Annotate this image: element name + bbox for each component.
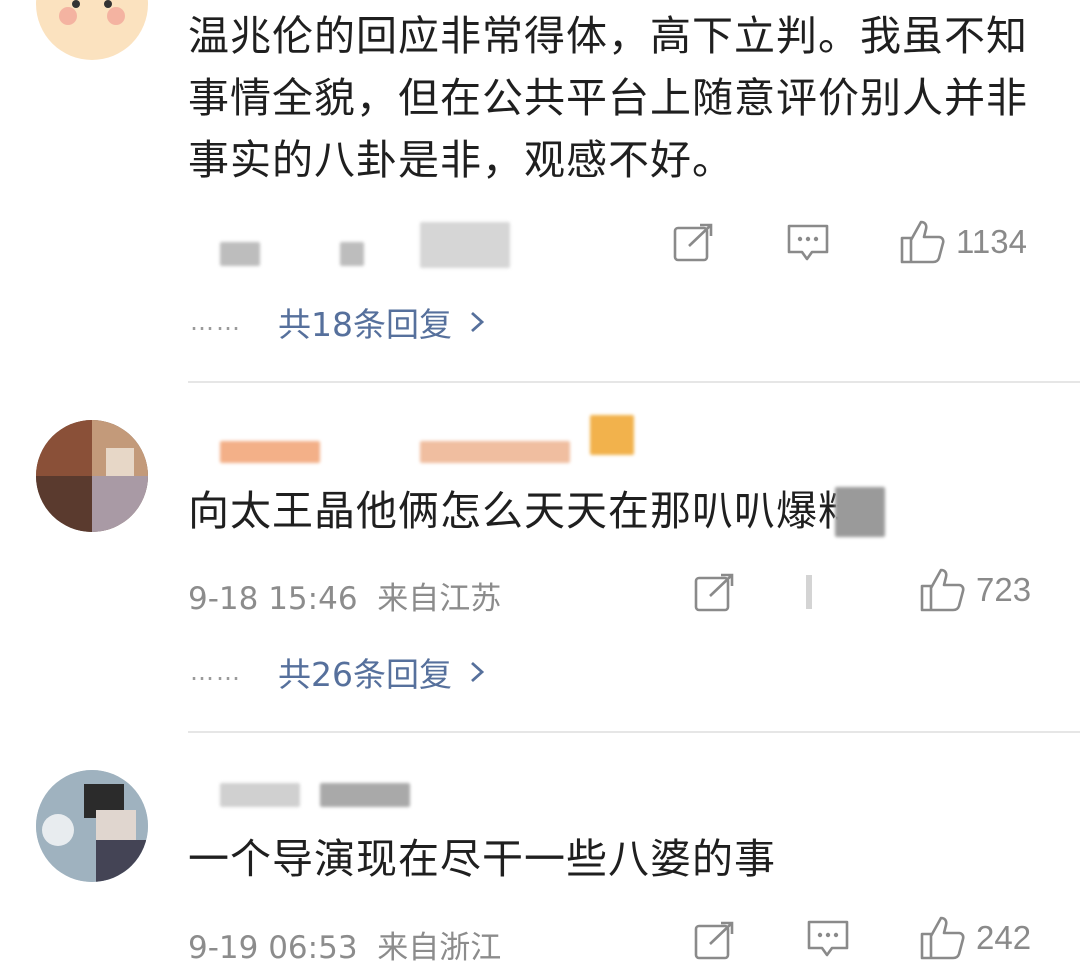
like-button[interactable]: 723 — [918, 566, 1031, 614]
divider — [188, 731, 1080, 733]
comment-button-redacted — [806, 575, 812, 609]
avatar[interactable] — [36, 0, 148, 60]
redaction-block — [835, 487, 885, 537]
replies-dots: …… — [190, 308, 242, 336]
avatar-image — [59, 0, 125, 25]
like-icon — [900, 220, 945, 264]
divider — [188, 381, 1080, 383]
comment-icon — [807, 920, 849, 957]
comment-button[interactable] — [806, 918, 850, 960]
replies-link[interactable]: …… 共18条回复 — [190, 298, 488, 346]
like-button[interactable]: 1134 — [898, 218, 1027, 266]
replies-dots: …… — [190, 658, 242, 686]
comment-text: 一个导演现在尽干一些八婆的事 — [188, 835, 776, 883]
share-button[interactable] — [673, 222, 715, 262]
like-count: 723 — [976, 571, 1032, 608]
chevron-right-icon — [471, 661, 485, 683]
avatar-image — [36, 420, 148, 532]
share-icon — [673, 223, 713, 262]
comment-text: 温兆伦的回应非常得体，高下立判。我虽不知事情全貌，但在公共平台上随意评价别人并非… — [188, 12, 1028, 184]
username-redacted — [190, 765, 430, 813]
comment-meta-redacted — [190, 222, 520, 272]
comment-meta: 9-19 06:53 来自浙江 — [188, 930, 502, 966]
like-button[interactable]: 242 — [918, 914, 1031, 962]
avatar[interactable] — [36, 770, 148, 882]
share-button[interactable] — [694, 572, 736, 612]
username-redacted — [190, 415, 650, 467]
share-button[interactable] — [694, 920, 736, 960]
like-count: 1134 — [956, 223, 1027, 260]
comment-text: 向太王晶他俩怎么天天在那叭叭爆料 — [188, 487, 860, 535]
comment-meta: 9-18 15:46 来自江苏 — [188, 581, 502, 617]
replies-label: 共18条回复 — [278, 305, 452, 344]
like-icon — [920, 568, 965, 612]
avatar[interactable] — [36, 420, 148, 532]
replies-link[interactable]: …… 共26条回复 — [190, 648, 488, 696]
like-count: 242 — [976, 919, 1032, 956]
like-icon — [920, 916, 965, 960]
chevron-right-icon — [471, 311, 485, 333]
comment-button[interactable] — [786, 222, 830, 264]
comment-icon — [787, 224, 829, 261]
share-icon — [694, 921, 734, 960]
replies-label: 共26条回复 — [278, 655, 452, 694]
avatar-image — [36, 770, 148, 882]
share-icon — [694, 573, 734, 612]
